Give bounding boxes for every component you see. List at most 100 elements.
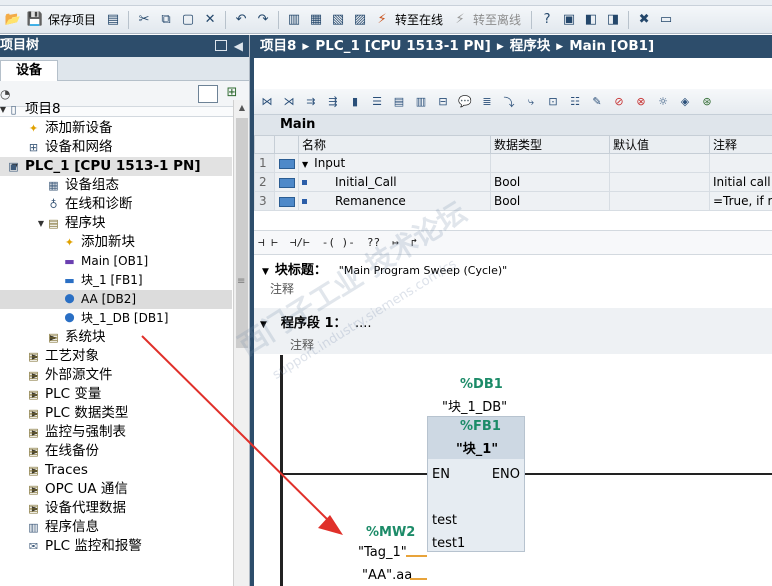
save-icon[interactable]: 💾 [26, 11, 44, 29]
tree-item[interactable]: ▬ 块_1 [FB1] [0, 271, 232, 290]
tree-item[interactable]: ▶ ▤ 设备代理数据 [0, 499, 232, 518]
split-editor-h-icon[interactable]: ◨ [604, 11, 622, 29]
compile-icon[interactable]: ▥ [285, 11, 303, 29]
accessible-devices-icon[interactable]: ? [538, 11, 556, 29]
tree-item[interactable]: ⬤ 块_1_DB [DB1] [0, 309, 232, 328]
param-name[interactable]: Initial_Call [298, 172, 491, 192]
monitor-on-off-icon[interactable]: ⊛ [698, 93, 716, 111]
next-error-icon[interactable]: ⊗ [632, 93, 650, 111]
tree-item[interactable]: ♁ 在线和诊断 [0, 195, 232, 214]
show-all-icon[interactable]: ☷ [566, 93, 584, 111]
expand-arrow-icon[interactable]: ▼ [302, 160, 308, 169]
collapse-block-icon[interactable]: ▼ [262, 267, 269, 277]
delete-icon[interactable]: ✕ [201, 11, 219, 29]
jump-icon[interactable]: ⤵ [500, 93, 518, 111]
tree-item[interactable]: ▬ Main [OB1] [0, 252, 232, 271]
tree-item[interactable]: ▼ ▣ PLC_1 [CPU 1513-1 PN] [0, 157, 232, 176]
network-title-value[interactable]: .... [355, 316, 372, 331]
download-icon[interactable]: ▦ [307, 11, 325, 29]
block-title-row[interactable]: ▼ 块标题： "Main Program Sweep (Cycle)" [254, 260, 772, 280]
go-offline-icon[interactable]: ⚡ [451, 11, 469, 29]
insert-row-icon[interactable]: ⇉ [302, 93, 320, 111]
operand-aa-aa[interactable]: "AA".aa [362, 568, 412, 583]
param-type[interactable] [490, 153, 610, 173]
prev-error-icon[interactable]: ⊘ [610, 93, 628, 111]
tree-item[interactable]: ▶ ▤ PLC 数据类型 [0, 404, 232, 423]
list-icon[interactable]: ☰ [368, 93, 386, 111]
tree-item[interactable]: ✦ 添加新块 [0, 233, 232, 252]
tree-item[interactable]: ▶ ▤ Traces [0, 461, 232, 480]
breadcrumb-main[interactable]: Main [OB1] [569, 38, 654, 54]
tree-item[interactable]: ▶ ▤ 在线备份 [0, 442, 232, 461]
param-type[interactable]: Bool [490, 191, 610, 211]
instance-db-name[interactable]: "块_1_DB" [442, 396, 507, 415]
table-row[interactable]: 1 ▼ Input [254, 153, 772, 173]
scroll-thumb[interactable] [236, 118, 248, 348]
coil-icon[interactable]: -( )- [322, 236, 355, 249]
fb-call-box[interactable]: %FB1 "块_1" EN ENO test test1 [427, 416, 525, 552]
upload-icon[interactable]: ▧ [329, 11, 347, 29]
tree-item[interactable]: ✦ 添加新设备 [0, 119, 232, 138]
table-row[interactable]: 2 Initial_Call Bool Initial call o [254, 172, 772, 192]
comments-icon[interactable]: 💬 [456, 93, 474, 111]
favorites-icon[interactable]: ≣ [478, 93, 496, 111]
header-name[interactable]: 名称 [298, 135, 491, 154]
param-default[interactable] [609, 153, 710, 173]
toggle-icon[interactable]: ▮ [346, 93, 364, 111]
split-editor-icon[interactable]: ◧ [582, 11, 600, 29]
param-default[interactable] [609, 191, 710, 211]
param-comment[interactable] [709, 153, 772, 173]
param-comment[interactable]: =True, if re [709, 191, 772, 211]
breadcrumb-project[interactable]: 项目8 [260, 38, 296, 54]
collapse-network-icon[interactable]: ▼ [260, 320, 267, 330]
empty-box-icon[interactable]: ?? [367, 236, 380, 249]
print-icon[interactable]: ▤ [104, 11, 122, 29]
window-icon[interactable]: ▭ [657, 11, 675, 29]
tree-item[interactable]: ▶ ▤ 监控与强制表 [0, 423, 232, 442]
param-type[interactable]: Bool [490, 172, 610, 192]
save-project-button[interactable]: 保存项目 [48, 11, 96, 28]
tree-item[interactable]: ▶ ▤ OPC UA 通信 [0, 480, 232, 499]
monitor-icon[interactable]: ☼ [654, 93, 672, 111]
go-online-button[interactable]: 转至在线 [395, 11, 443, 28]
tree-scrollbar[interactable]: ▲ ≡ [233, 100, 249, 586]
network-title[interactable]: ▼ 程序段 1： .... [260, 312, 372, 331]
add-row-icon[interactable]: ⇶ [324, 93, 342, 111]
tree-item[interactable]: ▶ ▤ 工艺对象 [0, 347, 232, 366]
paste-icon[interactable]: ▢ [179, 11, 197, 29]
tree-item[interactable]: ▶ ▤ 系统块 [0, 328, 232, 347]
tree-item[interactable]: ▥ 程序信息 [0, 518, 232, 537]
delete-network-icon[interactable]: ⋊ [280, 93, 298, 111]
tab-devices[interactable]: 设备 [0, 60, 58, 82]
expand-all-icon[interactable]: ▤ [390, 93, 408, 111]
simulation-icon[interactable]: ▨ [351, 11, 369, 29]
tree-item[interactable]: ▼ ▤ 程序块 [0, 214, 232, 233]
block-interface-icon[interactable]: ⊡ [544, 93, 562, 111]
expanded-arrow-icon[interactable]: ▼ [36, 214, 46, 233]
undo-icon[interactable]: ↶ [232, 11, 250, 29]
param-comment[interactable]: Initial call o [709, 172, 772, 192]
network-comment[interactable]: 注释 [290, 336, 314, 353]
collapse-left-icon[interactable]: ◀ [234, 35, 243, 57]
copy-icon[interactable]: ⧉ [157, 11, 175, 29]
param-default[interactable] [609, 172, 710, 192]
cross-reference-icon[interactable]: ▣ [560, 11, 578, 29]
header-default[interactable]: 默认值 [609, 135, 710, 154]
highlight-icon[interactable]: ✎ [588, 93, 606, 111]
tree-item[interactable]: ⬤ AA [DB2] [0, 290, 232, 309]
go-online-icon[interactable]: ⚡ [373, 11, 391, 29]
tree-item[interactable]: ▦ 设备组态 [0, 176, 232, 195]
tree-item[interactable]: ⊞ 设备和网络 [0, 138, 232, 157]
collapse-all-icon[interactable]: ▥ [412, 93, 430, 111]
tree-item[interactable]: ✉ PLC 监控和报警 [0, 537, 232, 551]
header-type[interactable]: 数据类型 [490, 135, 610, 154]
no-contact-icon[interactable]: ⊣ ⊢ [258, 236, 278, 249]
param-name[interactable]: Remanence [298, 191, 491, 211]
insert-network-icon[interactable]: ⋈ [258, 93, 276, 111]
breadcrumb-program-blocks[interactable]: 程序块 [510, 38, 551, 54]
new-project-icon[interactable]: 📂 [4, 11, 22, 29]
breadcrumb-plc[interactable]: PLC_1 [CPU 1513-1 PN] [315, 38, 491, 54]
cut-icon[interactable]: ✂ [135, 11, 153, 29]
redo-icon[interactable]: ↷ [254, 11, 272, 29]
glasses-icon[interactable]: ◔ [0, 87, 10, 101]
